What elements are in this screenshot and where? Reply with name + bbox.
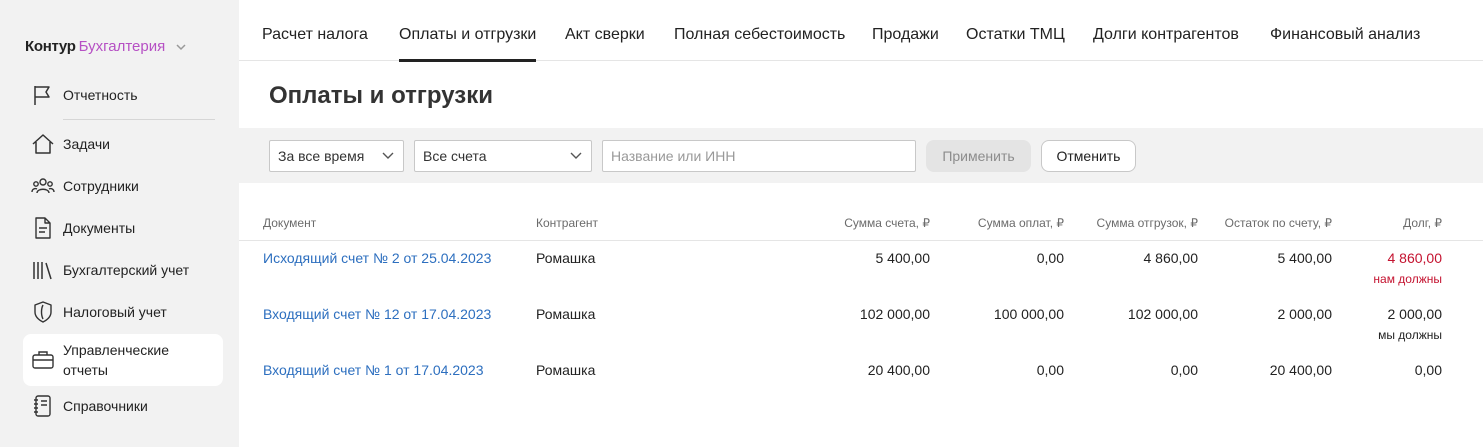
page-title: Оплаты и отгрузки <box>269 82 493 109</box>
column-header-invoice-sum: Сумма счета, ₽ <box>844 216 930 230</box>
shipments-sum-cell: 4 860,00 <box>1143 250 1199 266</box>
books-icon <box>33 262 52 280</box>
debt-note: мы должны <box>1378 328 1442 342</box>
column-header-shipments-sum: Сумма отгрузок, ₽ <box>1096 216 1198 230</box>
shield-icon <box>34 301 52 323</box>
document-icon <box>35 217 51 239</box>
tab-financial-analysis[interactable]: Финансовый анализ <box>1270 26 1420 61</box>
column-header-balance: Остаток по счету, ₽ <box>1224 216 1332 230</box>
tab-counterparty-debts[interactable]: Долги контрагентов <box>1093 26 1239 61</box>
apply-button[interactable]: Применить <box>926 140 1031 172</box>
document-link[interactable]: Исходящий счет № 2 от 25.04.2023 <box>263 250 491 266</box>
column-header-document: Документ <box>263 216 317 230</box>
tab-reconciliation[interactable]: Акт сверки <box>565 26 645 61</box>
sidebar-item-documents[interactable]: Документы <box>23 215 223 241</box>
sidebar-item-label: Справочники <box>63 398 148 414</box>
tab-full-cost[interactable]: Полная себестоимость <box>674 26 845 61</box>
flag-icon <box>34 86 50 105</box>
debt-cell: 2 000,00 <box>1387 306 1443 322</box>
search-input[interactable]: Название или ИНН <box>602 140 916 172</box>
sidebar-item-tasks[interactable]: Задачи <box>23 131 223 157</box>
invoice-sum-cell: 5 400,00 <box>875 250 931 266</box>
document-link[interactable]: Входящий счет № 12 от 17.04.2023 <box>263 306 491 322</box>
debt-cell: 4 860,00 <box>1387 250 1443 266</box>
people-icon <box>31 178 55 194</box>
payments-sum-cell: 0,00 <box>1036 250 1064 266</box>
search-placeholder: Название или ИНН <box>611 148 736 164</box>
product-name: Бухгалтерия <box>78 38 166 55</box>
sidebar-item-reporting[interactable]: Отчетность <box>23 82 223 108</box>
shipments-sum-cell: 102 000,00 <box>1127 306 1198 322</box>
table-header-divider <box>239 240 1483 241</box>
payments-sum-cell: 0,00 <box>1036 362 1064 378</box>
debt-note: нам должны <box>1373 272 1442 286</box>
sidebar-item-tax[interactable]: Налоговый учет <box>23 299 223 325</box>
sidebar-item-label: Налоговый учет <box>63 304 167 320</box>
cancel-button[interactable]: Отменить <box>1041 140 1136 172</box>
tab-inventory[interactable]: Остатки ТМЦ <box>966 26 1065 61</box>
product-switcher[interactable]: Контур Бухгалтерия <box>25 38 187 55</box>
column-header-debt: Долг, ₽ <box>1403 216 1442 230</box>
accounts-select[interactable]: Все счета <box>414 140 592 172</box>
debt-cell: 0,00 <box>1414 362 1442 378</box>
document-link[interactable]: Входящий счет № 1 от 17.04.2023 <box>263 362 484 378</box>
briefcase-icon <box>32 351 54 369</box>
sidebar-item-label: Задачи <box>63 136 111 152</box>
invoice-sum-cell: 102 000,00 <box>859 306 930 322</box>
chevron-down-icon <box>570 152 582 159</box>
sidebar-item-label: Бухгалтерский учет <box>63 262 190 278</box>
sidebar-item-label: Управленческие отчеты <box>63 342 170 378</box>
sidebar-item-directories[interactable]: Справочники <box>23 393 223 419</box>
sidebar: Контур Бухгалтерия Отчетность Задачи Сот… <box>0 0 239 447</box>
brand-name: Контур <box>25 38 76 55</box>
shipments-sum-cell: 0,00 <box>1170 362 1198 378</box>
payments-sum-cell: 100 000,00 <box>993 306 1064 322</box>
home-icon <box>32 134 54 154</box>
report-tabs: Расчет налога Оплаты и отгрузки Акт свер… <box>239 0 1483 62</box>
counterparty-cell: Ромашка <box>536 306 596 322</box>
sidebar-item-label: Отчетность <box>63 87 138 103</box>
counterparty-cell: Ромашка <box>536 250 596 266</box>
chevron-down-icon <box>176 43 186 50</box>
accounts-select-value: Все счета <box>423 148 487 164</box>
balance-cell: 2 000,00 <box>1277 306 1333 322</box>
balance-cell: 5 400,00 <box>1277 250 1333 266</box>
sidebar-item-management-reports[interactable]: Управленческие отчеты <box>23 334 223 386</box>
sidebar-item-employees[interactable]: Сотрудники <box>23 173 223 199</box>
balance-cell: 20 400,00 <box>1269 362 1332 378</box>
notebook-icon <box>34 395 51 417</box>
sidebar-item-label: Сотрудники <box>63 178 139 194</box>
chevron-down-icon <box>382 152 394 159</box>
period-select-value: За все время <box>278 148 365 164</box>
period-select[interactable]: За все время <box>269 140 404 172</box>
tab-payments-shipments[interactable]: Оплаты и отгрузки <box>399 26 537 62</box>
counterparty-cell: Ромашка <box>536 362 596 378</box>
invoice-sum-cell: 20 400,00 <box>867 362 930 378</box>
sidebar-item-accounting[interactable]: Бухгалтерский учет <box>23 257 223 283</box>
sidebar-divider <box>63 119 215 120</box>
sidebar-item-label: Документы <box>63 220 136 236</box>
column-header-counterparty: Контрагент <box>536 216 599 230</box>
column-header-payments-sum: Сумма оплат, ₽ <box>977 216 1064 230</box>
tab-sales[interactable]: Продажи <box>872 26 939 61</box>
tab-tax-calculation[interactable]: Расчет налога <box>262 26 368 61</box>
filter-bar: За все время Все счета Название или ИНН … <box>239 128 1483 183</box>
